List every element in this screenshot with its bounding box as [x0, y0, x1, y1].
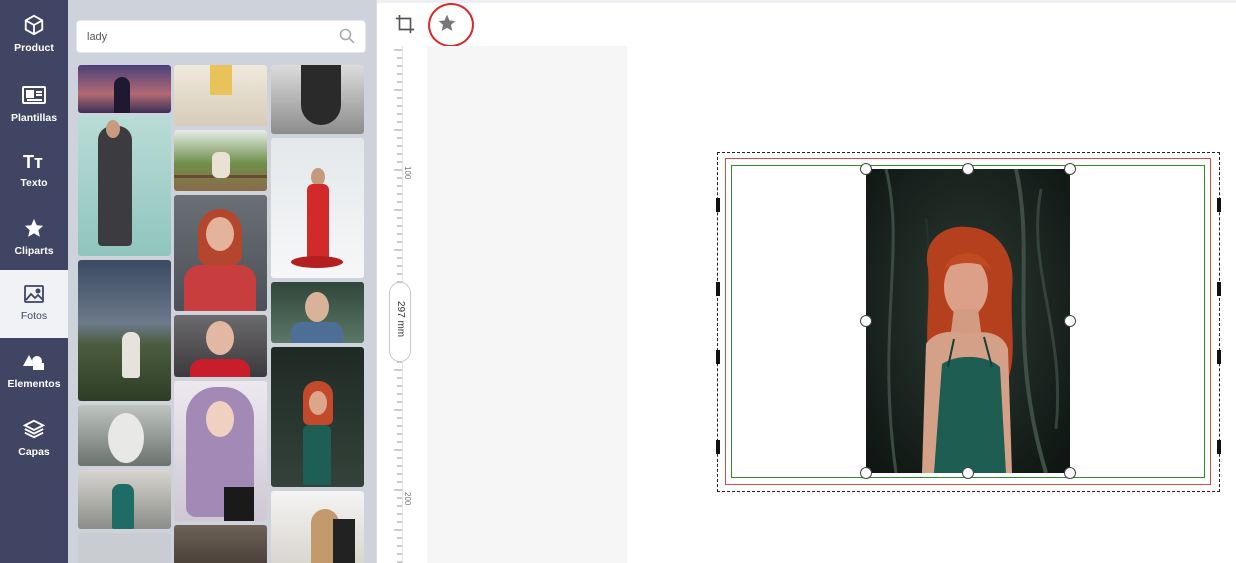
nav-product[interactable]: Product	[0, 14, 68, 76]
photo-thumbnail[interactable]	[271, 347, 364, 487]
photo-thumbnail[interactable]	[78, 116, 171, 256]
photo-thumbnail[interactable]	[271, 282, 364, 343]
resize-handle[interactable]	[860, 467, 872, 479]
resize-handle[interactable]	[860, 163, 872, 175]
photo-icon	[24, 285, 44, 303]
photo-thumbnail[interactable]	[271, 65, 364, 134]
border-marker	[1217, 198, 1221, 212]
border-marker	[716, 282, 720, 296]
search-input[interactable]	[85, 27, 325, 47]
nav-texto[interactable]: Tт Texto	[0, 151, 68, 213]
crop-icon[interactable]	[394, 13, 416, 35]
photo-thumbnail[interactable]	[78, 260, 171, 401]
photo-thumbnail[interactable]	[174, 315, 267, 377]
photo-panel	[68, 0, 376, 563]
nav-elementos[interactable]: Elementos	[0, 352, 68, 414]
ruler-label: 200	[403, 492, 412, 506]
nav-label: Plantillas	[10, 112, 58, 124]
nav-capas[interactable]: Capas	[0, 418, 68, 480]
text-icon: Tт	[23, 152, 43, 171]
nav-label: Cliparts	[14, 245, 54, 257]
shapes-icon	[23, 355, 44, 370]
photo-thumbnail[interactable]	[78, 65, 171, 113]
nav-label: Capas	[18, 446, 50, 458]
resize-handle[interactable]	[1064, 467, 1076, 479]
nav-label: Product	[14, 42, 54, 54]
nav-fotos[interactable]: Fotos	[0, 284, 68, 346]
photo-thumbnail[interactable]	[78, 533, 171, 563]
left-nav: Product Plantillas Tт Texto Cliparts Fot…	[0, 0, 68, 563]
border-marker	[716, 198, 720, 212]
layers-icon	[23, 419, 45, 439]
selected-photo[interactable]	[866, 169, 1070, 473]
nav-cliparts[interactable]: Cliparts	[0, 217, 68, 279]
resize-handle[interactable]	[962, 163, 974, 175]
canvas-margin	[427, 46, 627, 563]
photo-thumbnail[interactable]	[271, 491, 364, 563]
border-marker	[1217, 350, 1221, 364]
resize-handle[interactable]	[860, 315, 872, 327]
border-marker	[716, 440, 720, 454]
photo-thumbnail[interactable]	[78, 470, 171, 529]
resize-handle[interactable]	[962, 467, 974, 479]
photo-thumbnail[interactable]	[174, 195, 267, 311]
resize-handle[interactable]	[1064, 315, 1076, 327]
id-card-icon	[22, 86, 46, 104]
nav-label: Fotos	[20, 310, 48, 322]
box-icon	[24, 14, 44, 36]
photo-thumbnail[interactable]	[174, 525, 267, 563]
resize-handle[interactable]	[1064, 163, 1076, 175]
photo-thumbnail[interactable]	[78, 405, 171, 466]
border-marker	[716, 350, 720, 364]
ruler-size-pill: 297 mm	[389, 282, 411, 362]
nav-label: Elementos	[7, 378, 61, 390]
star-icon	[24, 218, 44, 237]
search-box[interactable]	[76, 20, 366, 53]
border-marker	[1217, 440, 1221, 454]
ruler-label: 100	[403, 166, 412, 180]
photo-thumbnail[interactable]	[174, 65, 267, 126]
search-icon[interactable]	[339, 28, 355, 44]
svg-text:Tт: Tт	[23, 152, 43, 171]
photo-image	[866, 169, 1070, 473]
ruler-size-label: 297 mm	[395, 301, 406, 338]
canvas-toolbar	[377, 0, 1236, 46]
nav-plantillas[interactable]: Plantillas	[0, 84, 68, 146]
border-marker	[1217, 282, 1221, 296]
photo-thumbnail[interactable]	[271, 138, 364, 278]
nav-label: Texto	[20, 177, 48, 189]
photo-thumbnail[interactable]	[174, 130, 267, 191]
photo-thumbnail[interactable]	[174, 381, 267, 521]
